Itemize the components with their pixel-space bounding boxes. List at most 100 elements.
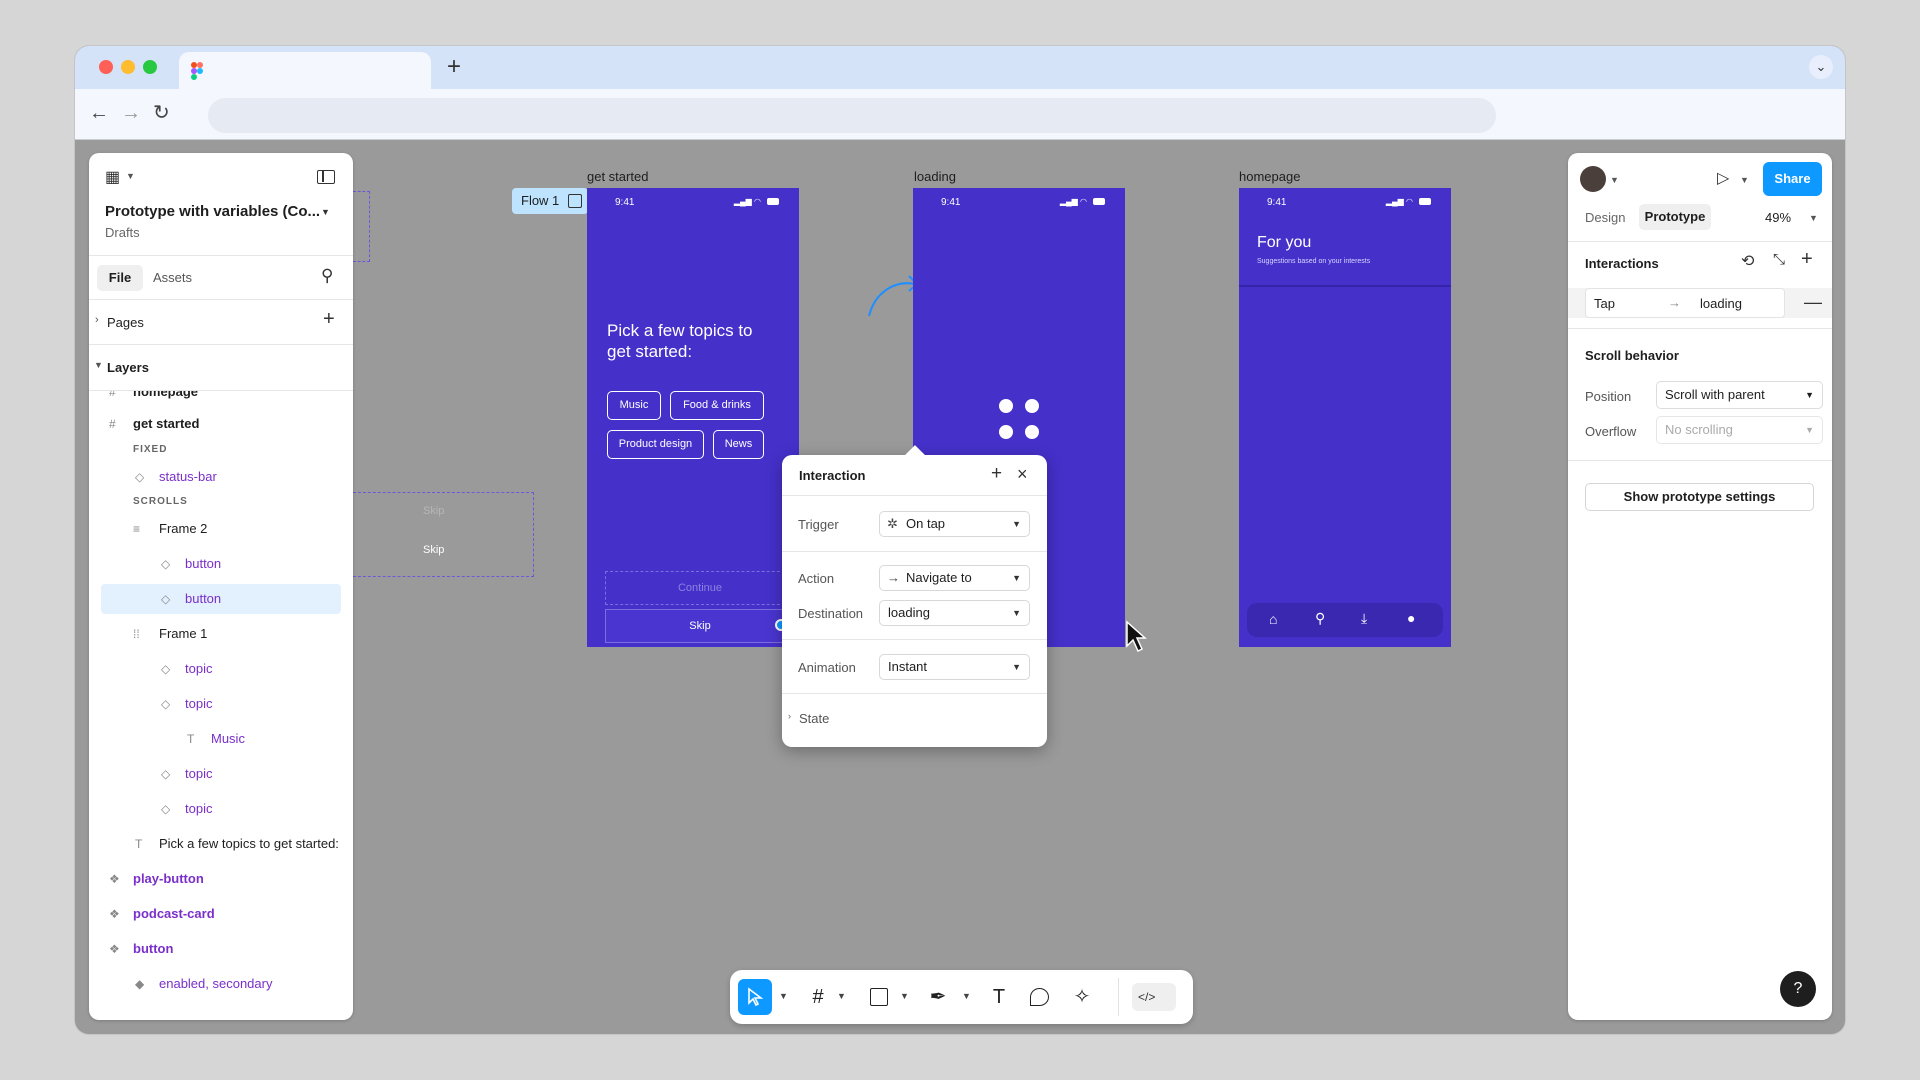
flow-start-label[interactable]: Flow 1 — [512, 188, 588, 214]
forward-icon[interactable]: → — [121, 99, 141, 127]
add-interaction-icon[interactable]: + — [1801, 248, 1813, 271]
toggle-sidebar-icon[interactable] — [317, 170, 335, 184]
component-icon: ❖ — [109, 907, 120, 921]
avatar[interactable] — [1580, 166, 1606, 192]
file-title[interactable]: Prototype with variables (Co... — [105, 203, 320, 220]
layer-frame-2[interactable]: ≡ Frame 2 — [89, 514, 353, 544]
close-icon[interactable]: × — [1017, 464, 1028, 485]
topic-chip-product-design[interactable]: Product design — [607, 430, 704, 459]
share-button[interactable]: Share — [1763, 162, 1822, 196]
new-tab-button[interactable]: + — [447, 52, 461, 82]
browser-tab[interactable] — [179, 52, 431, 89]
search-icon[interactable]: ⚲ — [321, 266, 333, 286]
chevron-down-icon[interactable]: ▼ — [1610, 175, 1619, 185]
tab-design[interactable]: Design — [1585, 210, 1625, 225]
chevron-right-icon[interactable]: › — [788, 711, 791, 721]
connection-icon[interactable]: ⤡ — [1773, 251, 1785, 268]
position-select[interactable]: Scroll with parent ▼ — [1656, 381, 1823, 409]
layer-frame-1[interactable]: ⁞⁞ Frame 1 — [89, 619, 353, 649]
ai-actions-icon[interactable]: ✧ — [1070, 983, 1094, 1011]
home-icon[interactable]: ⌂ — [1269, 611, 1277, 627]
reset-icon[interactable]: ⟲ — [1741, 251, 1754, 271]
layers-section-toggle[interactable]: Layers — [107, 360, 149, 375]
search-icon[interactable]: ⚲ — [1315, 610, 1325, 627]
layer-button-component[interactable]: ❖ button — [89, 934, 353, 964]
layer-homepage[interactable]: # homepage — [89, 391, 353, 407]
tab-prototype[interactable]: Prototype — [1639, 204, 1711, 230]
frame-label-get-started[interactable]: get started — [587, 169, 648, 184]
chevron-down-icon[interactable]: ▼ — [94, 360, 103, 370]
topic-chip-food-drinks[interactable]: Food & drinks — [670, 391, 764, 420]
state-toggle[interactable]: State — [799, 711, 829, 726]
profile-icon[interactable]: ● — [1407, 610, 1415, 626]
trigger-label: Trigger — [798, 517, 839, 532]
layer-button[interactable]: ◇ button — [89, 549, 353, 579]
pen-tool-icon[interactable]: ✒ — [926, 983, 950, 1011]
layer-topic[interactable]: ◇ topic — [89, 689, 353, 719]
chevron-down-icon[interactable]: ▼ — [1809, 213, 1818, 223]
rectangle-tool-icon[interactable] — [870, 988, 888, 1006]
layer-topic[interactable]: ◇ topic — [89, 654, 353, 684]
instance-icon: ◇ — [161, 662, 171, 676]
layer-button-selected[interactable]: ◇ button — [101, 584, 341, 614]
interaction-row[interactable]: Tap → loading — — [1568, 288, 1832, 318]
maximize-window-button[interactable] — [143, 60, 157, 74]
layer-variant[interactable]: ◆ enabled, secondary — [89, 969, 353, 999]
layer-play-button[interactable]: ❖ play-button — [89, 864, 353, 894]
present-play-icon[interactable]: ▷ — [1717, 168, 1729, 188]
animation-select[interactable]: Instant ▼ — [879, 654, 1030, 680]
overflow-select[interactable]: No scrolling ▼ — [1656, 416, 1823, 444]
add-icon[interactable]: + — [991, 463, 1002, 485]
dev-mode-toggle[interactable]: </> — [1132, 983, 1176, 1011]
chevron-down-icon[interactable]: ▼ — [900, 991, 909, 1001]
reload-icon[interactable]: ↻ — [153, 99, 170, 127]
tab-file[interactable]: File — [97, 265, 143, 291]
chevron-down-icon[interactable]: ▼ — [1740, 175, 1749, 185]
continue-button[interactable]: Continue — [605, 571, 795, 605]
layer-topic[interactable]: ◇ topic — [89, 759, 353, 789]
chevron-down-icon[interactable]: ▼ — [126, 171, 135, 181]
mouse-cursor-icon — [1126, 620, 1147, 653]
add-page-icon[interactable]: + — [323, 308, 335, 331]
topic-chip-news[interactable]: News — [713, 430, 764, 459]
tab-menu-button[interactable]: ⌄ — [1809, 55, 1833, 79]
layer-topic[interactable]: ◇ topic — [89, 794, 353, 824]
close-window-button[interactable] — [99, 60, 113, 74]
frame-get-started[interactable]: 9:41 ▂▄▆ ◠ Pick a few topics to get star… — [587, 188, 799, 647]
zoom-level[interactable]: 49% — [1765, 210, 1791, 225]
back-icon[interactable]: ← — [89, 99, 109, 127]
chevron-right-icon[interactable]: › — [95, 314, 99, 326]
minimize-window-button[interactable] — [121, 60, 135, 74]
address-bar[interactable] — [208, 98, 1496, 133]
main-menu-icon[interactable]: ▦ — [105, 167, 120, 187]
help-button[interactable]: ? — [1780, 971, 1816, 1007]
comment-tool-icon[interactable] — [1030, 988, 1049, 1006]
flow-name: Flow 1 — [521, 193, 560, 208]
tab-assets[interactable]: Assets — [153, 270, 192, 285]
remove-interaction-icon[interactable]: — — [1804, 292, 1822, 313]
file-location[interactable]: Drafts — [105, 225, 140, 240]
topic-chip-music[interactable]: Music — [607, 391, 661, 420]
move-tool[interactable] — [738, 979, 772, 1015]
play-flow-icon[interactable] — [568, 194, 582, 208]
layer-headline-text[interactable]: T Pick a few topics to get started: — [89, 829, 353, 859]
layer-music-text[interactable]: T Music — [89, 724, 353, 754]
interaction-modal[interactable]: Interaction + × Trigger ✲ On tap ▼ Actio… — [782, 445, 1047, 747]
chevron-down-icon[interactable]: ▼ — [962, 991, 971, 1001]
download-icon[interactable]: ⤓ — [1361, 610, 1367, 627]
chevron-down-icon[interactable]: ▼ — [779, 991, 788, 1001]
layer-podcast-card[interactable]: ❖ podcast-card — [89, 899, 353, 929]
frame-tool-icon[interactable]: # — [806, 983, 830, 1011]
frame-label-homepage[interactable]: homepage — [1239, 169, 1300, 184]
show-prototype-settings-button[interactable]: Show prototype settings — [1585, 483, 1814, 511]
chevron-down-icon[interactable]: ▼ — [321, 207, 330, 217]
chevron-down-icon[interactable]: ▼ — [837, 991, 846, 1001]
action-select[interactable]: → Navigate to ▼ — [879, 565, 1030, 591]
frame-label-loading[interactable]: loading — [914, 169, 956, 184]
pages-section-toggle[interactable]: Pages — [107, 315, 144, 330]
destination-select[interactable]: loading ▼ — [879, 600, 1030, 626]
skip-button[interactable]: Skip — [605, 609, 795, 643]
text-tool-icon[interactable]: T — [987, 983, 1011, 1011]
trigger-select[interactable]: ✲ On tap ▼ — [879, 511, 1030, 537]
frame-homepage[interactable]: 9:41 ▂▄▆ ◠ For you Suggestions based on … — [1239, 188, 1451, 647]
